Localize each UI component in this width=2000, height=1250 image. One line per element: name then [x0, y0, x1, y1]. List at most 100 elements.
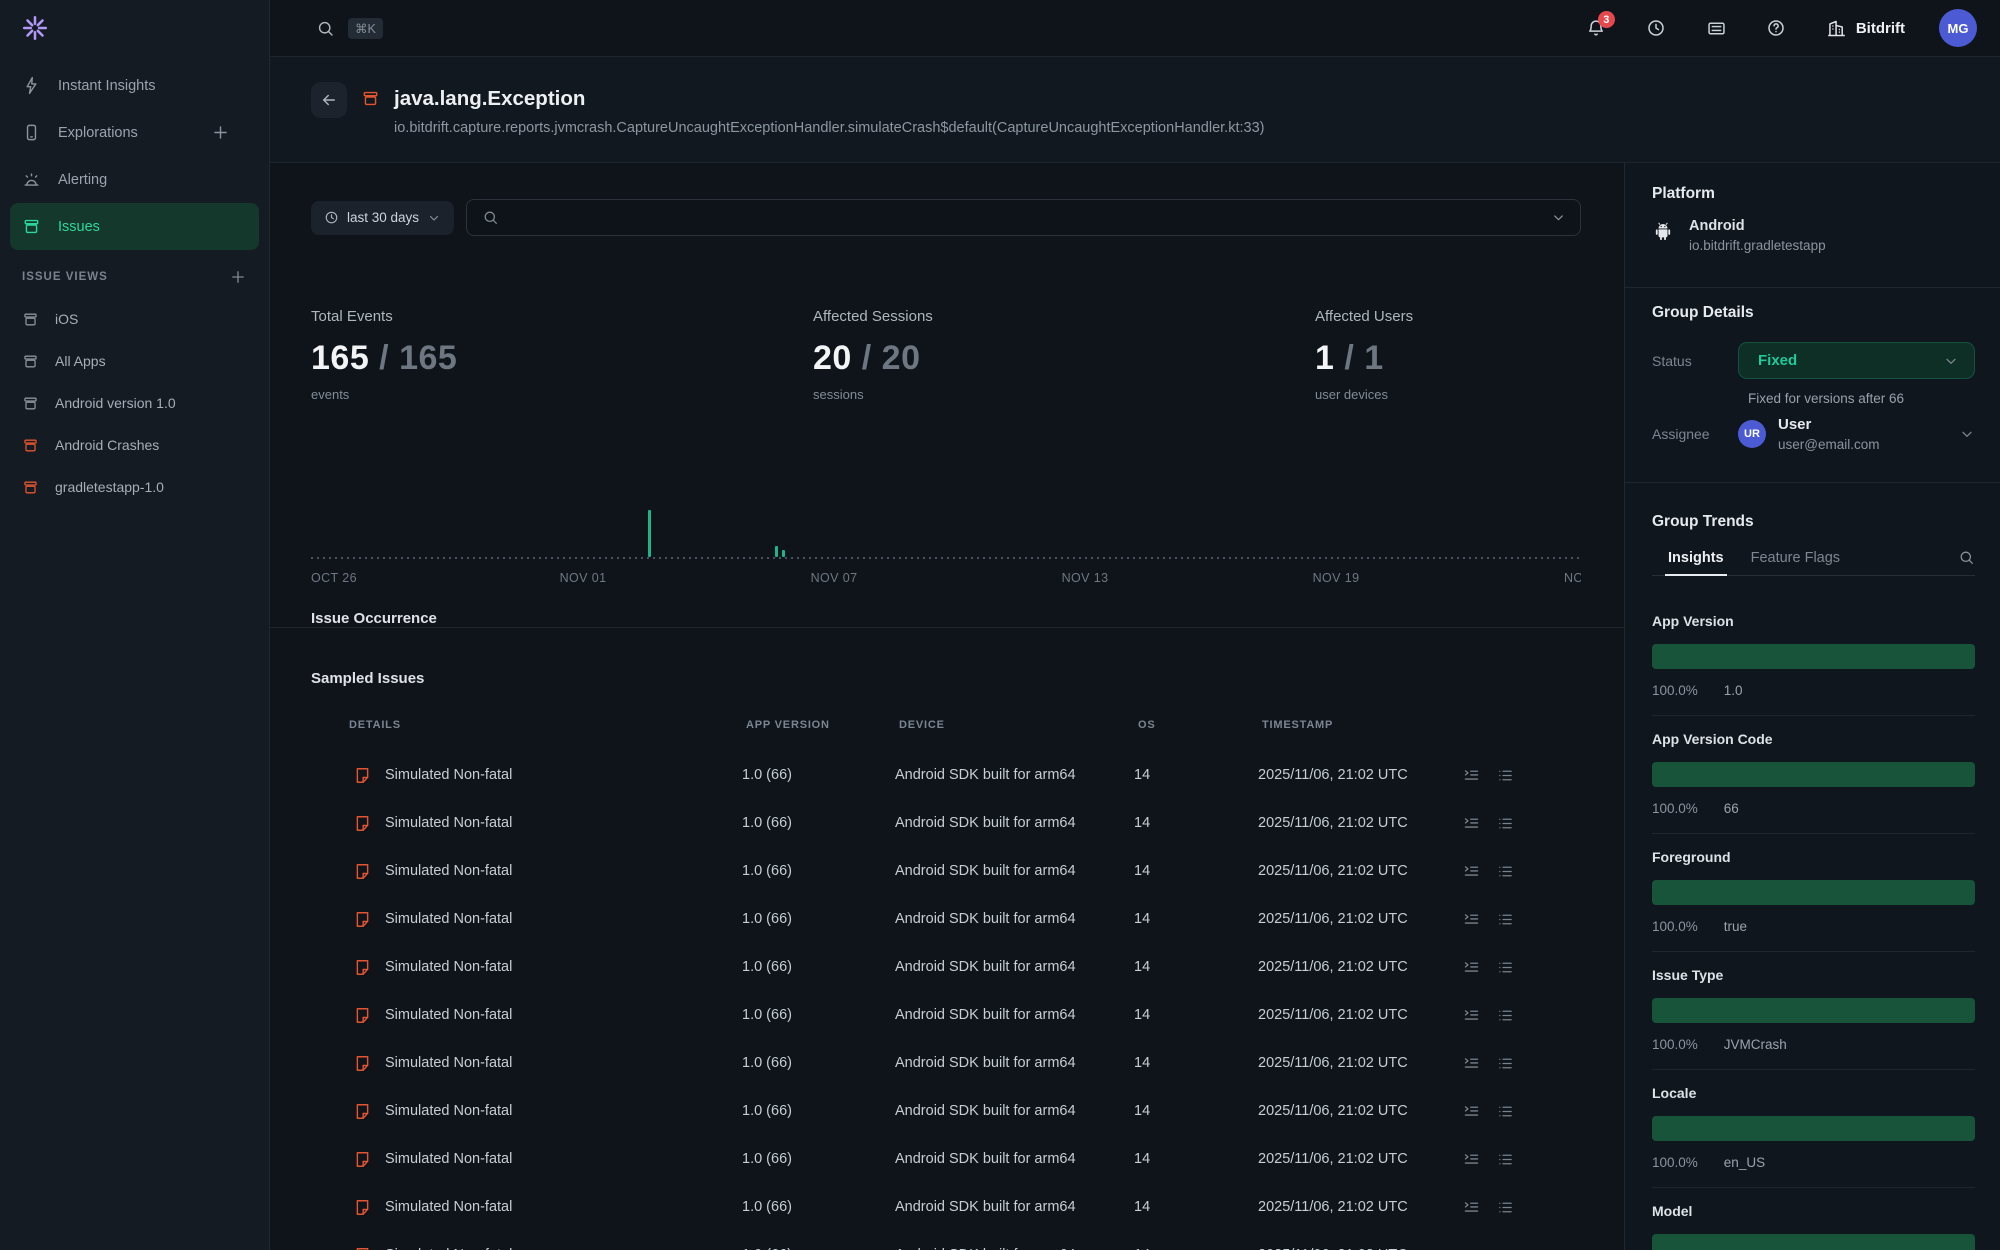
- time-range-dropdown[interactable]: last 30 days: [311, 201, 454, 235]
- history-button[interactable]: [1646, 18, 1666, 38]
- phone-icon: [22, 123, 41, 142]
- tab-feature-flags[interactable]: Feature Flags: [1748, 550, 1843, 575]
- occurrence-bar: [648, 510, 651, 557]
- table-row[interactable]: Simulated Non-fatal1.0 (66)Android SDK b…: [345, 799, 1577, 847]
- view-timeline-icon[interactable]: [1463, 815, 1480, 832]
- assignee-dropdown[interactable]: Assignee UR User user@email.com: [1652, 416, 1975, 452]
- view-logs-icon[interactable]: [1497, 1055, 1514, 1072]
- page-header: java.lang.Exception io.bitdrift.capture.…: [270, 57, 2000, 163]
- table-row[interactable]: Simulated Non-fatal1.0 (66)Android SDK b…: [345, 943, 1577, 991]
- issue-view-gradletestapp-1-0[interactable]: gradletestapp-1.0: [10, 466, 259, 508]
- sidebar-item-explorations[interactable]: Explorations: [10, 109, 259, 156]
- trend-bar[interactable]: [1652, 880, 1975, 905]
- keyboard-shortcuts-button[interactable]: [1706, 18, 1726, 38]
- trend-bar[interactable]: [1652, 1116, 1975, 1141]
- view-timeline-icon[interactable]: [1463, 1247, 1480, 1250]
- view-timeline-icon[interactable]: [1463, 1199, 1480, 1216]
- tab-insights[interactable]: Insights: [1665, 550, 1727, 575]
- add-issue-view-button[interactable]: [229, 268, 247, 286]
- cell-os: 14: [1134, 959, 1258, 975]
- issue-views-header: ISSUE VIEWS: [22, 268, 247, 286]
- stat-label: Total Events: [311, 308, 731, 325]
- back-button[interactable]: [311, 82, 347, 118]
- lightning-icon: [22, 76, 41, 95]
- trends-search-icon[interactable]: [1958, 549, 1975, 566]
- view-logs-icon[interactable]: [1497, 1199, 1514, 1216]
- issue-views-list: iOSAll AppsAndroid version 1.0Android Cr…: [10, 298, 259, 508]
- trend-bar[interactable]: [1652, 644, 1975, 669]
- view-timeline-icon[interactable]: [1463, 1103, 1480, 1120]
- view-timeline-icon[interactable]: [1463, 1055, 1480, 1072]
- cell-actions: [1463, 1247, 1577, 1250]
- table-row[interactable]: Simulated Non-fatal1.0 (66)Android SDK b…: [345, 895, 1577, 943]
- platform-heading: Platform: [1652, 185, 1975, 203]
- notification-badge: 3: [1598, 11, 1615, 28]
- trend-bar[interactable]: [1652, 762, 1975, 787]
- occurrence-chart[interactable]: OCT 26NOV 01NOV 07NOV 13NOV 19NO: [311, 473, 1581, 588]
- cell-os: 14: [1134, 1151, 1258, 1167]
- view-timeline-icon[interactable]: [1463, 1007, 1480, 1024]
- notifications-button[interactable]: 3: [1586, 18, 1606, 38]
- issue-view-ios[interactable]: iOS: [10, 298, 259, 340]
- table-row[interactable]: Simulated Non-fatal1.0 (66)Android SDK b…: [345, 1039, 1577, 1087]
- filter-search-input[interactable]: [466, 199, 1581, 236]
- bitdrift-logo-icon[interactable]: [20, 13, 50, 43]
- user-avatar[interactable]: MG: [1939, 9, 1977, 47]
- sidebar-item-issues[interactable]: Issues: [10, 203, 259, 250]
- trend-item-issue-type: Issue Type100.0%JVMCrash: [1652, 952, 1975, 1070]
- view-timeline-icon[interactable]: [1463, 911, 1480, 928]
- x-tick: OCT 26: [311, 571, 357, 585]
- sidebar-item-label: Issues: [58, 219, 100, 235]
- table-row[interactable]: Simulated Non-fatal1.0 (66)Android SDK b…: [345, 1183, 1577, 1231]
- table-row[interactable]: Simulated Non-fatal1.0 (66)Android SDK b…: [345, 1087, 1577, 1135]
- non-fatal-doc-icon: [353, 910, 372, 929]
- view-logs-icon[interactable]: [1497, 767, 1514, 784]
- chevron-down-icon: [1943, 353, 1959, 369]
- view-logs-icon[interactable]: [1497, 1103, 1514, 1120]
- stat-affected-users: Affected Users1 / 1user devices: [1315, 308, 1624, 402]
- sidebar-item-alerting[interactable]: Alerting: [10, 156, 259, 203]
- building-icon: [1826, 18, 1847, 39]
- view-logs-icon[interactable]: [1497, 959, 1514, 976]
- cell-actions: [1463, 1055, 1577, 1072]
- table-row[interactable]: Simulated Non-fatal1.0 (66)Android SDK b…: [345, 1231, 1577, 1250]
- table-row[interactable]: Simulated Non-fatal1.0 (66)Android SDK b…: [345, 991, 1577, 1039]
- add-exploration-button[interactable]: [211, 123, 230, 142]
- issue-view-android-version-1-0[interactable]: Android version 1.0: [10, 382, 259, 424]
- sidebar-item-instant-insights[interactable]: Instant Insights: [10, 62, 259, 109]
- cell-app-version: 1.0 (66): [742, 1055, 895, 1071]
- issue-view-android-crashes[interactable]: Android Crashes: [10, 424, 259, 466]
- help-icon: [1766, 18, 1786, 38]
- view-logs-icon[interactable]: [1497, 863, 1514, 880]
- trend-bar[interactable]: [1652, 998, 1975, 1023]
- cell-details: Simulated Non-fatal: [345, 1102, 742, 1121]
- topbar-actions: 3 Bitdrift MG: [1586, 9, 2000, 47]
- cell-os: 14: [1134, 815, 1258, 831]
- cell-details: Simulated Non-fatal: [345, 958, 742, 977]
- cell-timestamp: 2025/11/06, 21:02 UTC: [1258, 1055, 1463, 1071]
- trend-bar: [1652, 1234, 1975, 1250]
- cell-device: Android SDK built for arm64: [895, 959, 1134, 975]
- view-timeline-icon[interactable]: [1463, 767, 1480, 784]
- stat-label: Affected Users: [1315, 308, 1624, 325]
- view-logs-icon[interactable]: [1497, 911, 1514, 928]
- app-root: Instant InsightsExplorationsAlerting Issu…: [0, 0, 2000, 1250]
- help-button[interactable]: [1766, 18, 1786, 38]
- non-fatal-doc-icon: [353, 1102, 372, 1121]
- trend-meta: 100.0%66: [1652, 800, 1975, 818]
- table-row[interactable]: Simulated Non-fatal1.0 (66)Android SDK b…: [345, 1135, 1577, 1183]
- table-row[interactable]: Simulated Non-fatal1.0 (66)Android SDK b…: [345, 847, 1577, 895]
- view-logs-icon[interactable]: [1497, 1007, 1514, 1024]
- view-logs-icon[interactable]: [1497, 1247, 1514, 1250]
- issue-view-all-apps[interactable]: All Apps: [10, 340, 259, 382]
- view-logs-icon[interactable]: [1497, 1151, 1514, 1168]
- global-search[interactable]: ⌘K: [270, 18, 383, 39]
- table-row[interactable]: Simulated Non-fatal1.0 (66)Android SDK b…: [345, 751, 1577, 799]
- view-timeline-icon[interactable]: [1463, 959, 1480, 976]
- status-dropdown[interactable]: Fixed: [1738, 342, 1975, 379]
- view-timeline-icon[interactable]: [1463, 863, 1480, 880]
- view-logs-icon[interactable]: [1497, 815, 1514, 832]
- view-timeline-icon[interactable]: [1463, 1151, 1480, 1168]
- cell-os: 14: [1134, 1199, 1258, 1215]
- org-switcher[interactable]: Bitdrift: [1826, 18, 1905, 39]
